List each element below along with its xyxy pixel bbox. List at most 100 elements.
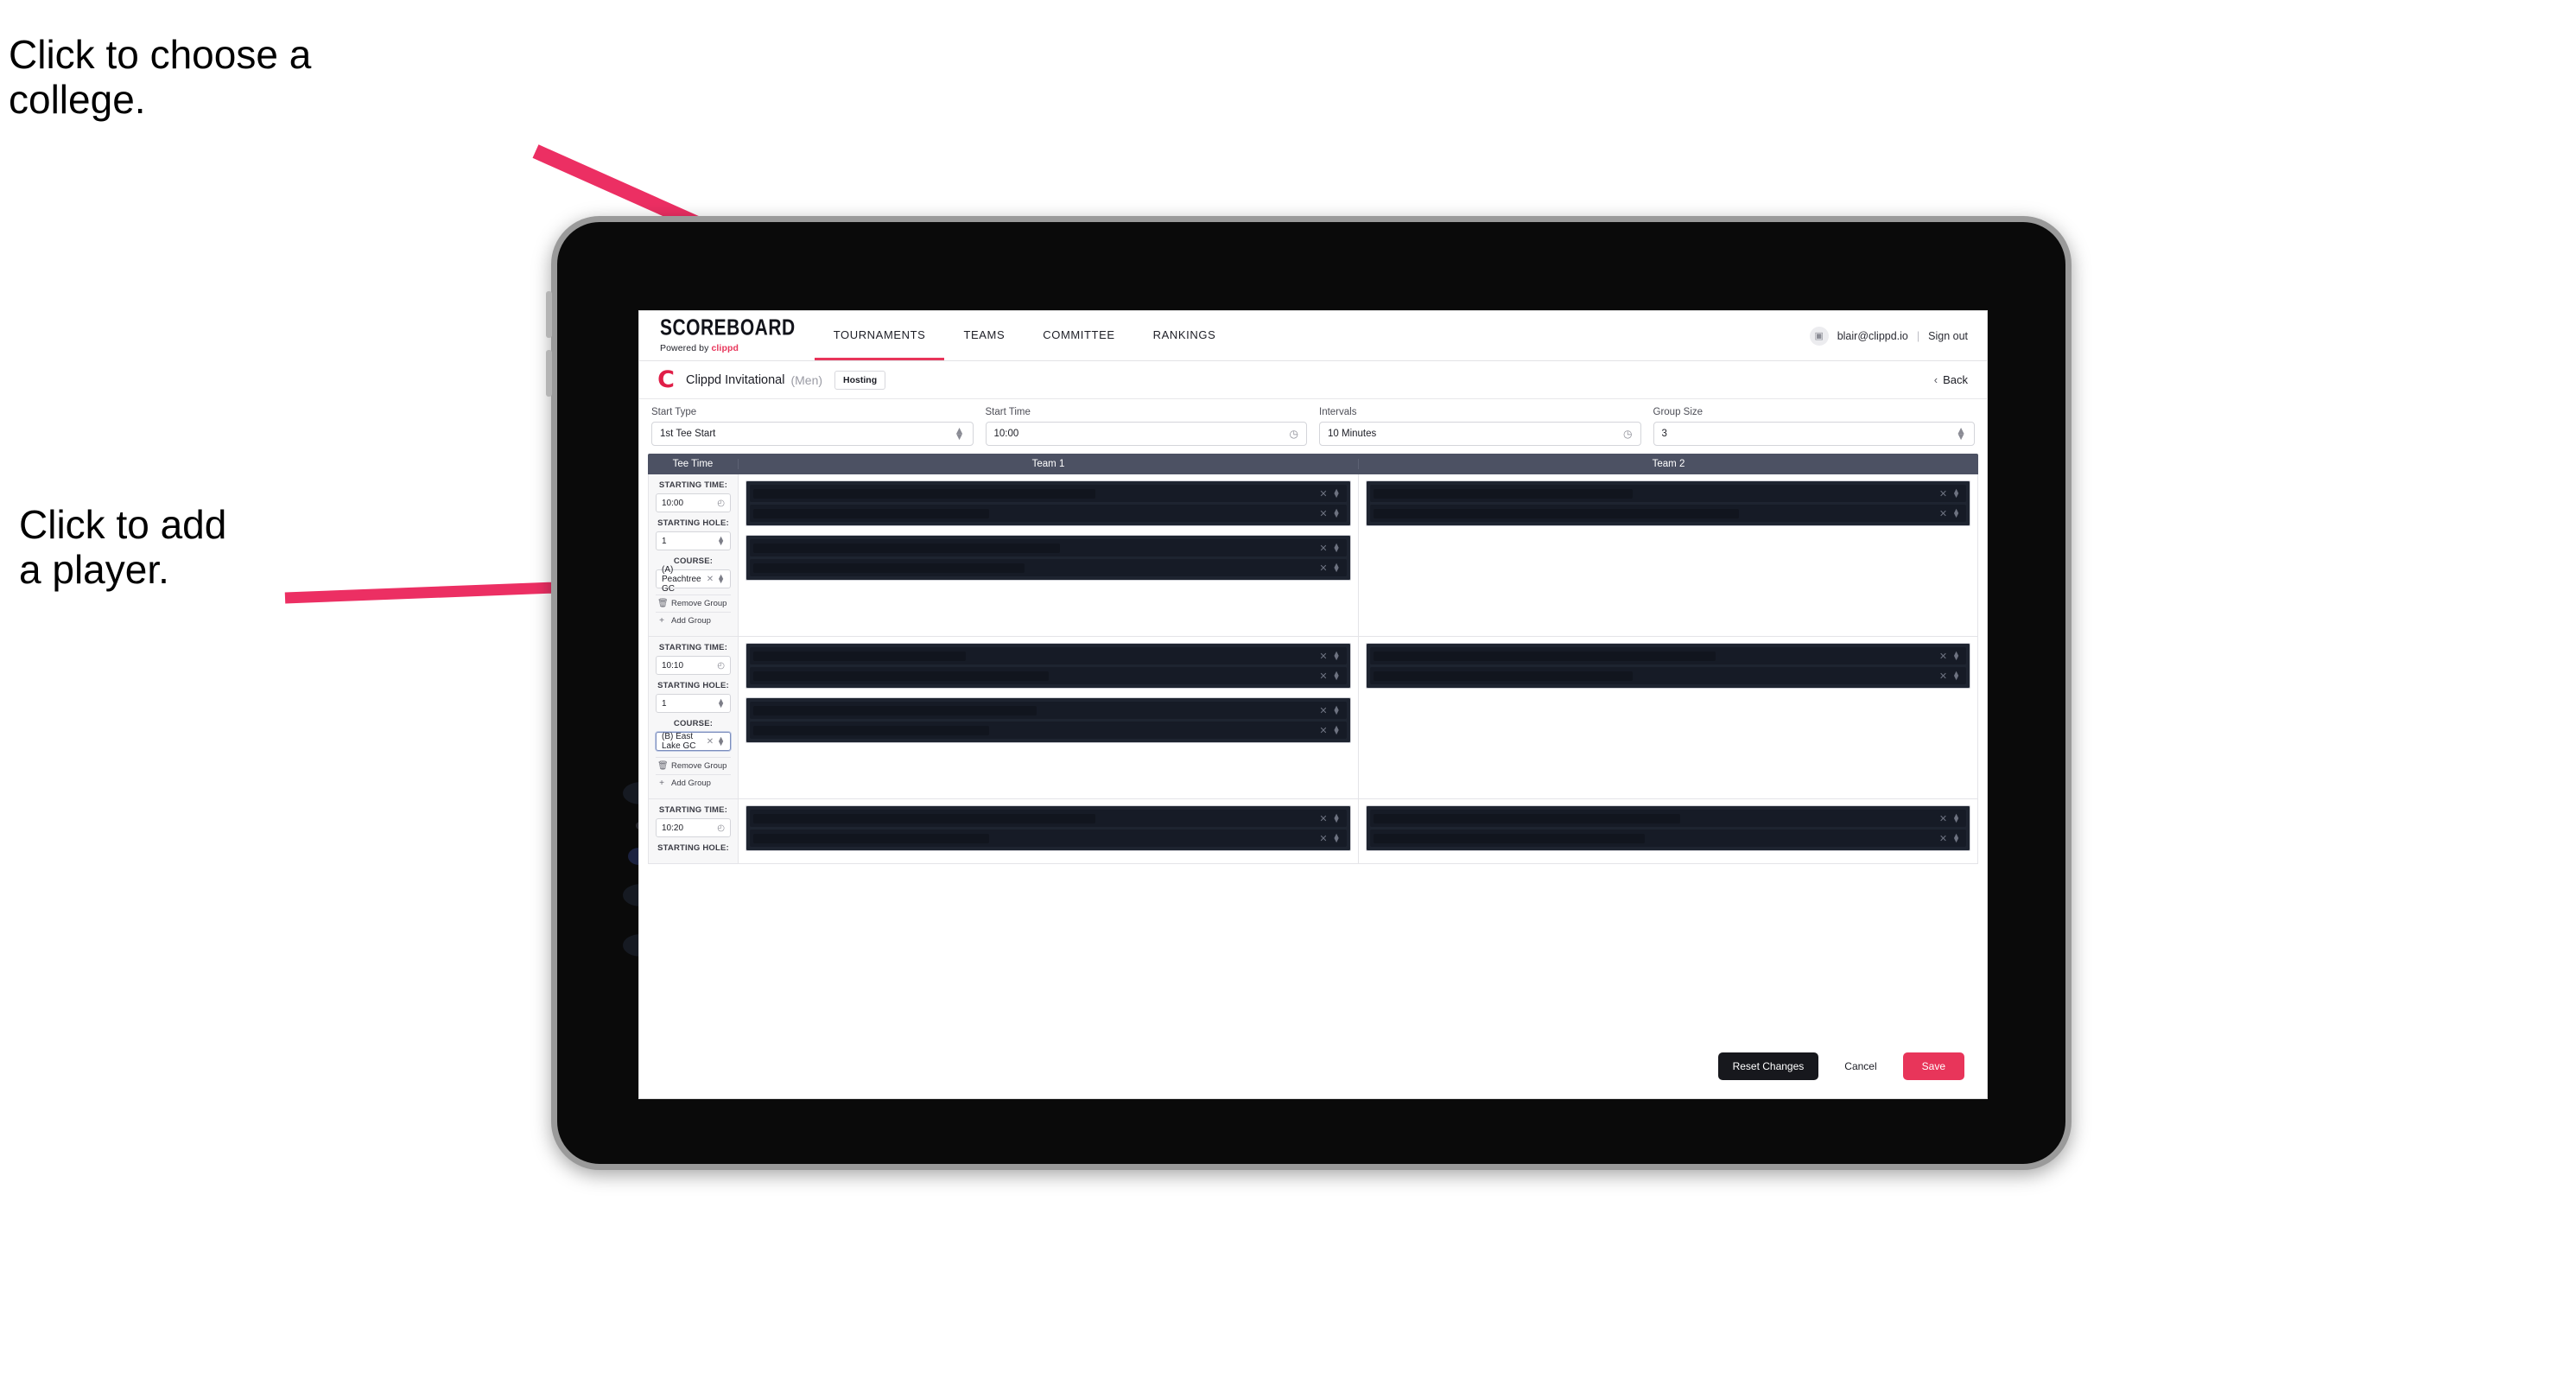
close-icon[interactable]: ✕: [1939, 833, 1947, 844]
close-icon[interactable]: ✕: [1319, 651, 1327, 662]
cancel-button[interactable]: Cancel: [1827, 1052, 1894, 1080]
close-icon[interactable]: ✕: [1319, 725, 1327, 736]
chevron-updown-icon[interactable]: ▲ ▼: [1333, 811, 1341, 824]
player-select-row[interactable]: ✕ ▲ ▼: [750, 667, 1347, 684]
close-icon[interactable]: ✕: [1319, 508, 1327, 519]
nav-link-tournaments[interactable]: TOURNAMENTS: [814, 311, 945, 360]
back-link[interactable]: ‹ Back: [1934, 373, 1968, 386]
player-select-row[interactable]: ✕ ▲ ▼: [1369, 647, 1966, 664]
chevron-updown-icon[interactable]: ▲ ▼: [1333, 541, 1341, 554]
chevron-updown-icon[interactable]: ▲ ▼: [1333, 669, 1341, 682]
player-select-row[interactable]: ✕ ▲ ▼: [1369, 485, 1966, 502]
add-group-button[interactable]: + Add Group: [656, 774, 731, 792]
clock-icon[interactable]: ◴: [717, 823, 725, 833]
chevron-updown-icon[interactable]: ▲ ▼: [1952, 811, 1960, 824]
close-icon[interactable]: ✕: [1319, 813, 1327, 824]
intervals-input[interactable]: 10 Minutes ◷: [1319, 422, 1641, 446]
player-select-row[interactable]: ✕ ▲ ▼: [750, 830, 1347, 847]
player-group-block: ✕ ▲ ▼ ✕ ▲ ▼: [746, 480, 1351, 526]
brand-logo[interactable]: SCOREBOARD Powered by clippd: [639, 311, 815, 360]
player-select-row[interactable]: ✕ ▲ ▼: [1369, 667, 1966, 684]
player-select-row[interactable]: ✕ ▲ ▼: [750, 505, 1347, 522]
chevron-updown-icon[interactable]: ▲ ▼: [1952, 486, 1960, 499]
starting-time-input-2[interactable]: 10:20 ◴: [656, 818, 731, 837]
chevron-updown-icon[interactable]: ▲ ▼: [717, 572, 725, 585]
nav-link-committee[interactable]: COMMITTEE: [1024, 311, 1133, 360]
reset-changes-button[interactable]: Reset Changes: [1717, 1052, 1819, 1080]
nav-link-rankings[interactable]: RANKINGS: [1134, 311, 1235, 360]
save-button[interactable]: Save: [1902, 1052, 1964, 1080]
close-icon[interactable]: ✕: [1939, 488, 1947, 499]
player-select-row[interactable]: ✕ ▲ ▼: [750, 702, 1347, 719]
player-select-row[interactable]: ✕ ▲ ▼: [750, 647, 1347, 664]
group-size-value: 3: [1661, 429, 1667, 439]
close-icon[interactable]: ✕: [1939, 508, 1947, 519]
player-select-row[interactable]: ✕ ▲ ▼: [1369, 810, 1966, 827]
starting-hole-stepper-0[interactable]: 1 ▲ ▼: [656, 531, 731, 550]
add-group-button[interactable]: + Add Group: [656, 612, 731, 629]
brand-subtitle-prefix: Powered by: [660, 342, 712, 353]
player-select-row[interactable]: ✕ ▲ ▼: [1369, 505, 1966, 522]
chevron-updown-icon[interactable]: ▲ ▼: [1333, 561, 1341, 574]
chevron-updown-icon[interactable]: ▲ ▼: [1333, 723, 1341, 736]
chevron-updown-icon[interactable]: ▲ ▼: [1333, 506, 1341, 519]
chevron-updown-icon[interactable]: ▲ ▼: [1333, 486, 1341, 499]
chevron-updown-icon[interactable]: ▲ ▼: [1333, 649, 1341, 662]
field-start-time: Start Time 10:00 ◷: [982, 407, 1311, 446]
close-icon[interactable]: ✕: [1939, 671, 1947, 682]
chevron-updown-icon[interactable]: ▲ ▼: [1333, 703, 1341, 716]
close-icon[interactable]: ✕: [1319, 543, 1327, 554]
starting-time-input-1[interactable]: 10:10 ◴: [656, 656, 731, 675]
player-name-redacted: [1373, 833, 1645, 843]
close-icon[interactable]: ✕: [1319, 705, 1327, 716]
field-start-type: Start Type 1st Tee Start ▲ ▼: [648, 407, 977, 446]
sign-out-link[interactable]: Sign out: [1928, 330, 1968, 342]
start-type-select[interactable]: 1st Tee Start ▲ ▼: [651, 422, 974, 446]
starting-time-input-0[interactable]: 10:00 ◴: [656, 493, 731, 512]
user-icon[interactable]: ▣: [1809, 326, 1829, 346]
close-icon[interactable]: ✕: [707, 575, 714, 584]
nav-links: TOURNAMENTS TEAMS COMMITTEE RANKINGS: [814, 311, 1235, 360]
starting-hole-stepper-1-value: 1: [662, 698, 667, 709]
course-select-1-value: (B) East Lake GC: [662, 732, 696, 751]
start-time-input[interactable]: 10:00 ◷: [985, 422, 1307, 446]
chevron-updown-icon[interactable]: ▲ ▼: [717, 534, 725, 547]
device-volume-down-button: [546, 350, 552, 397]
close-icon[interactable]: ✕: [1939, 651, 1947, 662]
close-icon[interactable]: ✕: [1319, 671, 1327, 682]
chevron-updown-icon[interactable]: ▲ ▼: [1952, 506, 1960, 519]
close-icon[interactable]: ✕: [707, 737, 714, 747]
player-select-row[interactable]: ✕ ▲ ▼: [750, 810, 1347, 827]
chevron-updown-icon[interactable]: ▲ ▼: [1333, 831, 1341, 844]
close-icon[interactable]: ✕: [1319, 488, 1327, 499]
chevron-updown-icon[interactable]: ▲ ▼: [717, 696, 725, 709]
player-select-row[interactable]: ✕ ▲ ▼: [750, 539, 1347, 556]
label-start-type: Start Type: [651, 407, 697, 417]
group-size-stepper[interactable]: 3 ▲ ▼: [1653, 422, 1975, 446]
team-2-cell: ✕ ▲ ▼ ✕ ▲ ▼: [1359, 474, 1978, 636]
close-icon[interactable]: ✕: [1319, 563, 1327, 574]
starting-hole-stepper-1[interactable]: 1 ▲ ▼: [656, 694, 731, 713]
intervals-value: 10 Minutes: [1328, 429, 1377, 439]
player-select-row[interactable]: ✕ ▲ ▼: [1369, 830, 1966, 847]
player-select-row[interactable]: ✕ ▲ ▼: [750, 722, 1347, 739]
chevron-updown-icon[interactable]: ▲ ▼: [717, 734, 725, 747]
player-select-row[interactable]: ✕ ▲ ▼: [750, 559, 1347, 576]
chevron-updown-icon[interactable]: ▲ ▼: [1952, 831, 1960, 844]
course-select-1[interactable]: (B) East Lake GC ✕ ▲ ▼: [656, 732, 731, 751]
clock-icon[interactable]: ◴: [717, 499, 725, 508]
player-name-redacted: [1373, 651, 1716, 661]
remove-group-button[interactable]: 🗑 Remove Group: [656, 757, 731, 774]
chevron-updown-icon: ▲ ▼: [1956, 423, 1966, 442]
clock-icon[interactable]: ◴: [717, 661, 725, 671]
remove-group-button[interactable]: 🗑 Remove Group: [656, 594, 731, 612]
player-name-redacted: [753, 725, 990, 735]
close-icon[interactable]: ✕: [1939, 813, 1947, 824]
chevron-updown-icon[interactable]: ▲ ▼: [1952, 669, 1960, 682]
close-icon[interactable]: ✕: [1319, 833, 1327, 844]
course-select-0[interactable]: (A) Peachtree GC ✕ ▲ ▼: [656, 565, 731, 594]
chevron-updown-icon[interactable]: ▲ ▼: [1952, 649, 1960, 662]
player-select-row[interactable]: ✕ ▲ ▼: [750, 485, 1347, 502]
label-starting-time: STARTING TIME:: [658, 643, 728, 652]
nav-link-teams[interactable]: TEAMS: [944, 311, 1024, 360]
